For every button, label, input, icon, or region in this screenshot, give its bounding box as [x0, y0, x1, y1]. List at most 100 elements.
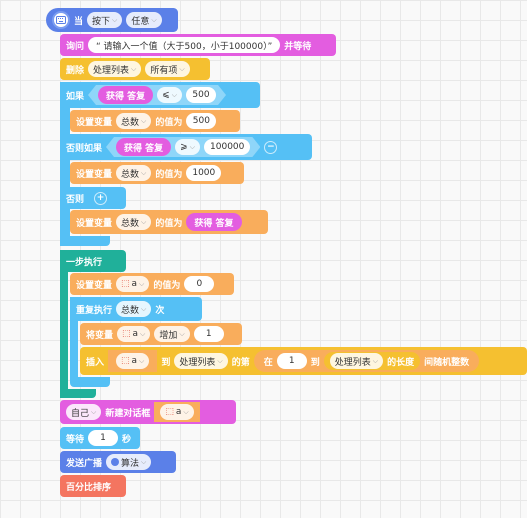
wait-block[interactable]: 等待 1 秒	[60, 427, 140, 449]
chevron-down-icon: ⌵	[372, 356, 379, 365]
value-input[interactable]: 1000	[186, 165, 222, 181]
variable-icon: ⬚	[122, 329, 131, 339]
message-dropdown[interactable]: 算法 ⌵	[106, 454, 152, 470]
compare-value-input[interactable]: 100000	[204, 139, 250, 155]
if-block-header[interactable]: 如果 获得 答复 ⩽ ⌵ 500	[60, 82, 260, 108]
variable-dropdown[interactable]: ⬚ a ⌵	[116, 353, 150, 369]
list-dropdown[interactable]: 处理列表 ⌵	[88, 61, 142, 77]
add-branch-icon[interactable]: +	[94, 191, 108, 205]
if-label: 如果	[66, 91, 85, 102]
list-dropdown[interactable]: 处理列表 ⌵	[329, 353, 384, 369]
chevron-down-icon: ⌵	[189, 142, 196, 151]
operator-dropdown[interactable]: ⩽ ⌵	[157, 87, 182, 103]
if-else-block-footer[interactable]	[60, 236, 110, 246]
insert-into-list-block[interactable]: 插入 ⬚ a ⌵ 到 处理列表 ⌵ 的第 在 1 到 处理列表 ⌵ 的长度 间随机整数	[80, 347, 527, 375]
dialog-value-slot[interactable]: ⬚ a ⌵	[154, 402, 200, 422]
actor-dropdown[interactable]: 自己 ⌵	[66, 404, 102, 420]
one-step-label: 一步执行	[66, 257, 103, 268]
broadcast-block[interactable]: 发送广播 算法 ⌵	[60, 451, 176, 473]
chevron-down-icon: ⌵	[139, 356, 145, 365]
set-label: 设置变量	[76, 218, 113, 229]
change-variable-block[interactable]: 将变量 ⬚ a ⌵ 增加 ⌵ 1	[80, 323, 242, 345]
compare-condition[interactable]: 获得 答复 ⩾ ⌵ 100000	[106, 137, 260, 157]
and-label: 到	[310, 357, 320, 368]
value-input[interactable]: 500	[186, 113, 217, 129]
remove-branch-icon[interactable]: −	[264, 140, 278, 154]
get-answer-reporter[interactable]: 获得 答复	[98, 86, 153, 104]
repeat-suffix: 次	[155, 305, 165, 316]
new-dialog-label: 新建对话框	[105, 408, 151, 419]
ask-and-wait-block[interactable]: 询问 “ 请输入一个值（大于500，小于100000）” 并等待	[60, 34, 336, 56]
one-step-block-header[interactable]: 一步执行	[60, 250, 126, 272]
value-of-label: 的值为	[155, 117, 183, 128]
set-variable-block[interactable]: 设置变量 总数 ⌵ 的值为 500	[70, 110, 240, 132]
set-variable-block[interactable]: 设置变量 ⬚ a ⌵ 的值为 0	[70, 273, 234, 295]
one-step-frame[interactable]	[60, 250, 68, 398]
repeat-block-header[interactable]: 重复执行 总数 ⌵ 次	[70, 297, 202, 321]
variable-dropdown[interactable]: ⬚ a ⌵	[116, 276, 150, 292]
new-dialog-block[interactable]: 自己 ⌵ 新建对话框 ⬚ a ⌵	[60, 400, 236, 424]
ask-suffix: 并等待	[284, 41, 312, 52]
variable-icon: ⬚	[121, 356, 130, 366]
else-block-header[interactable]: 否则 +	[60, 187, 126, 209]
chevron-down-icon: ⌵	[131, 64, 137, 73]
delete-label: 删除	[66, 65, 85, 76]
list-length-reporter[interactable]: 处理列表 ⌵ 的长度	[323, 352, 421, 370]
list-dropdown[interactable]: 处理列表 ⌵	[174, 353, 228, 369]
wait-seconds-input[interactable]: 1	[88, 430, 119, 446]
variable-icon: ⬚	[165, 407, 174, 417]
when-key-pressed-hat-block[interactable]: 当 按下 ⌵ 任意 ⌵	[46, 8, 178, 32]
compare-condition[interactable]: 获得 答复 ⩽ ⌵ 500	[88, 85, 226, 105]
ask-label: 询问	[66, 41, 85, 52]
chevron-down-icon: ⌵	[217, 356, 223, 365]
chevron-down-icon: ⌵	[179, 329, 185, 338]
percent-sort-block[interactable]: 百分比排序	[60, 475, 126, 497]
variable-dropdown[interactable]: ⬚ a ⌵	[160, 404, 194, 420]
broadcast-label: 发送广播	[66, 458, 103, 469]
value-of-label: 的值为	[155, 169, 183, 180]
hat-label: 当	[74, 16, 84, 27]
sort-label: 百分比排序	[66, 482, 112, 493]
set-variable-block[interactable]: 设置变量 总数 ⌵ 的值为 1000	[70, 162, 244, 184]
insert-label: 插入	[86, 357, 105, 368]
length-label: 的长度	[387, 357, 415, 368]
message-icon	[111, 458, 120, 466]
else-if-block-header[interactable]: 否则如果 获得 答复 ⩾ ⌵ 100000 −	[60, 134, 312, 160]
ask-text-input[interactable]: “ 请输入一个值（大于500，小于100000）”	[88, 37, 281, 53]
repeat-count-dropdown[interactable]: 总数 ⌵	[116, 301, 152, 317]
variable-dropdown[interactable]: 总数 ⌵	[116, 165, 152, 181]
get-answer-reporter[interactable]: 获得 答复	[186, 213, 242, 231]
key-dropdown[interactable]: 任意 ⌵	[126, 12, 162, 28]
set-variable-block[interactable]: 设置变量 总数 ⌵ 的值为 获得 答复	[70, 210, 268, 234]
random-integer-reporter[interactable]: 在 1 到 处理列表 ⌵ 的长度 间随机整数	[253, 350, 480, 372]
chevron-down-icon: ⌵	[171, 90, 178, 99]
operation-dropdown[interactable]: 增加 ⌵	[154, 326, 190, 342]
compare-value-input[interactable]: 500	[186, 87, 216, 103]
wait-label: 等待	[66, 434, 85, 445]
insert-value-slot[interactable]: ⬚ a ⌵	[108, 350, 158, 372]
set-label: 设置变量	[76, 117, 113, 128]
between-label: 在	[263, 357, 273, 368]
random-from-input[interactable]: 1	[276, 353, 307, 369]
item-dropdown[interactable]: 所有项 ⌵	[145, 61, 190, 77]
repeat-footer[interactable]	[70, 377, 110, 387]
variable-dropdown[interactable]: 总数 ⌵	[116, 214, 152, 230]
to-label: 到	[161, 357, 171, 368]
chevron-down-icon: ⌵	[141, 168, 147, 177]
position-label: 的第	[231, 357, 250, 368]
repeat-label: 重复执行	[76, 305, 113, 316]
delete-list-block[interactable]: 删除 处理列表 ⌵ 所有项 ⌵	[60, 58, 210, 80]
trigger-dropdown[interactable]: 按下 ⌵	[87, 12, 123, 28]
one-step-footer[interactable]	[60, 389, 96, 398]
change-value-input[interactable]: 1	[193, 326, 224, 342]
operator-dropdown[interactable]: ⩾ ⌵	[175, 139, 200, 155]
value-input[interactable]: 0	[184, 276, 215, 292]
chevron-down-icon: ⌵	[179, 64, 185, 73]
variable-dropdown[interactable]: 总数 ⌵	[116, 113, 152, 129]
variable-dropdown[interactable]: ⬚ a ⌵	[117, 326, 151, 342]
else-if-label: 否则如果	[66, 143, 103, 154]
else-label: 否则	[66, 194, 85, 205]
chevron-down-icon: ⌵	[151, 15, 157, 24]
get-answer-reporter[interactable]: 获得 答复	[116, 138, 171, 156]
chevron-down-icon: ⌵	[139, 279, 145, 288]
